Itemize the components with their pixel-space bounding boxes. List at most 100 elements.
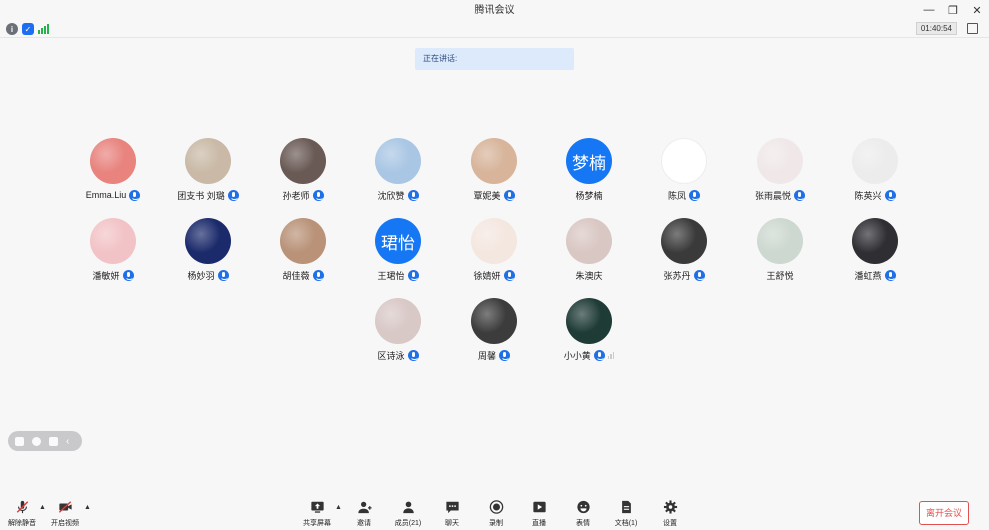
- participant-name: 孙老师: [282, 190, 310, 201]
- participant-card[interactable]: Emma.Liu: [65, 138, 161, 210]
- participant-name: 王舒悦: [766, 270, 794, 281]
- participant-card[interactable]: 周馨: [446, 298, 542, 370]
- participant-card[interactable]: 陈凤: [636, 138, 732, 210]
- participant-name: 沈欣赞: [377, 190, 405, 201]
- participant-card[interactable]: 胡佳薇: [255, 218, 351, 290]
- avatar: [471, 298, 517, 344]
- collapse-icon[interactable]: ‹: [66, 436, 74, 446]
- participant-card[interactable]: 珺怡 王珺怡: [350, 218, 446, 290]
- shield-icon[interactable]: ✓: [22, 23, 34, 35]
- participant-card[interactable]: 王舒悦: [732, 218, 828, 290]
- avatar: [661, 138, 707, 184]
- invite-button[interactable]: 邀请: [344, 500, 384, 530]
- participant-card[interactable]: 徐婧妍: [446, 218, 542, 290]
- participant-card[interactable]: 杨妙羽: [160, 218, 256, 290]
- unmute-button[interactable]: 解除静音: [2, 500, 42, 530]
- participant-card[interactable]: 张雨晨悦: [732, 138, 828, 210]
- chat-bubble-icon[interactable]: [49, 436, 58, 446]
- participant-name-row: 小小黄: [541, 348, 637, 362]
- participant-name-row: 区诗泳: [350, 348, 446, 362]
- avatar: [185, 138, 231, 184]
- close-icon[interactable]: ✕: [971, 4, 983, 17]
- participant-card[interactable]: 潘虹燕: [827, 218, 923, 290]
- participant-name-row: 朱澳庆: [541, 268, 637, 282]
- mic-icon: [227, 189, 239, 201]
- speaking-banner: 正在讲话:: [415, 48, 574, 70]
- avatar: [757, 218, 803, 264]
- members-button[interactable]: 成员(21): [388, 500, 428, 530]
- avatar: 梦楠: [566, 138, 612, 184]
- participant-name-row: 杨妙羽: [160, 268, 256, 282]
- signal-icon[interactable]: [38, 23, 50, 34]
- mic-icon: [884, 269, 896, 281]
- participant-name: 陈凤: [667, 190, 686, 201]
- participant-name-row: 潘虹燕: [827, 268, 923, 282]
- mic-icon: [593, 349, 605, 361]
- participant-card[interactable]: 孙老师: [255, 138, 351, 210]
- invite-icon: [357, 501, 371, 514]
- participant-name: 潘敏妍: [92, 270, 120, 281]
- avatar: [471, 138, 517, 184]
- window-controls: — ❐ ✕: [923, 0, 983, 20]
- record-label: 录制: [489, 520, 503, 527]
- participant-card[interactable]: 朱澳庆: [541, 218, 637, 290]
- participant-card[interactable]: 潘敏妍: [65, 218, 161, 290]
- participant-card[interactable]: 团支书 刘璐: [160, 138, 256, 210]
- record-icon: [489, 500, 503, 514]
- start-video-button[interactable]: 开启视频: [45, 500, 85, 530]
- avatar: [566, 218, 612, 264]
- participant-name: 王珺怡: [377, 270, 405, 281]
- settings-button[interactable]: 设置: [650, 500, 690, 530]
- avatar: [852, 138, 898, 184]
- status-bar: i ✓ 01:40:54: [0, 20, 989, 38]
- mic-icon: [794, 189, 805, 201]
- participant-card[interactable]: 区诗泳: [350, 298, 446, 370]
- participant-name-row: 杨梦楠: [541, 188, 637, 202]
- mic-icon: [129, 189, 141, 201]
- participant-card[interactable]: 小小黄: [541, 298, 637, 370]
- participant-name: 杨妙羽: [187, 270, 215, 281]
- floating-view-bar[interactable]: ‹: [8, 431, 82, 451]
- participant-card[interactable]: 覃妮美: [446, 138, 542, 210]
- participant-name-row: 团支书 刘璐: [160, 188, 256, 202]
- leave-meeting-button[interactable]: 离开会议: [919, 501, 969, 525]
- docs-label: 文档(1): [614, 520, 638, 527]
- grid-view-icon[interactable]: [15, 436, 24, 446]
- chat-button[interactable]: 聊天: [432, 500, 472, 530]
- participant-card[interactable]: 沈欣赞: [350, 138, 446, 210]
- start-video-label: 开启视频: [51, 520, 79, 527]
- emoji-icon[interactable]: [32, 436, 41, 446]
- share-screen-button[interactable]: 共享屏幕: [297, 500, 337, 530]
- participant-name-row: 陈英兴: [827, 188, 923, 202]
- mic-icon: [884, 189, 896, 201]
- participant-name: 区诗泳: [377, 350, 405, 361]
- minimize-icon[interactable]: —: [923, 4, 935, 16]
- live-icon: [532, 501, 546, 513]
- share-options-caret-icon[interactable]: ▲: [335, 504, 342, 511]
- docs-button[interactable]: 文档(1): [606, 500, 646, 530]
- participant-name: 潘虹燕: [854, 270, 882, 281]
- participant-card[interactable]: 张苏丹: [636, 218, 732, 290]
- restore-icon[interactable]: ❐: [947, 4, 959, 17]
- info-icon[interactable]: i: [6, 23, 18, 35]
- unmute-label: 解除静音: [8, 520, 36, 527]
- mic-icon: [407, 189, 419, 201]
- participant-card[interactable]: 陈英兴: [827, 138, 923, 210]
- participant-name-row: 孙老师: [255, 188, 351, 202]
- audio-level-icon: [607, 351, 615, 359]
- participant-name: 胡佳薇: [282, 270, 310, 281]
- mic-icon: [693, 269, 705, 281]
- video-options-caret-icon[interactable]: ▲: [84, 504, 91, 511]
- fullscreen-icon[interactable]: [967, 23, 978, 34]
- avatar: [90, 138, 136, 184]
- avatar: [375, 138, 421, 184]
- share-screen-label: 共享屏幕: [303, 520, 331, 527]
- reaction-button[interactable]: 表情: [563, 500, 603, 530]
- avatar: [185, 218, 231, 264]
- participant-name-row: 张雨晨悦: [732, 188, 828, 202]
- participant-card[interactable]: 梦楠 杨梦楠: [541, 138, 637, 210]
- chat-icon: [445, 501, 459, 514]
- gear-icon: [663, 500, 677, 514]
- record-button[interactable]: 录制: [476, 500, 516, 530]
- live-button[interactable]: 直播: [519, 500, 559, 530]
